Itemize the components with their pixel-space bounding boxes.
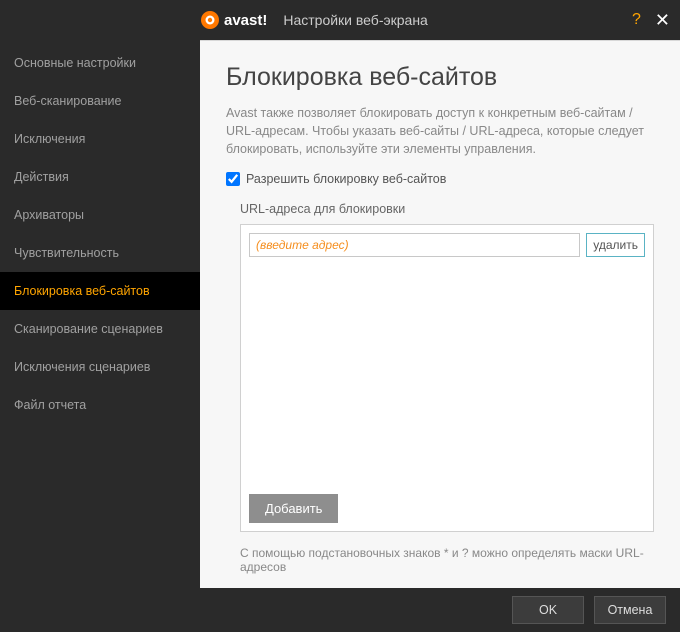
urls-label: URL-адреса для блокировки <box>240 202 654 216</box>
brand-text: avast! <box>224 12 267 29</box>
enable-blocking-label: Разрешить блокировку веб-сайтов <box>246 172 446 186</box>
window-body: Основные настройки Веб-сканирование Искл… <box>0 40 680 588</box>
avast-icon <box>200 10 220 30</box>
titlebar: avast! Настройки веб-экрана ? ✕ <box>0 0 680 40</box>
sidebar-item-label: Файл отчета <box>14 398 86 412</box>
url-list-panel: удалить Добавить <box>240 224 654 532</box>
sidebar-item-script-exclusions[interactable]: Исключения сценариев <box>0 348 200 386</box>
sidebar-item-label: Чувствительность <box>14 246 119 260</box>
enable-blocking-checkbox[interactable]: Разрешить блокировку веб-сайтов <box>226 172 654 186</box>
sidebar-item-label: Веб-сканирование <box>14 94 122 108</box>
sidebar-item-packers[interactable]: Архиваторы <box>0 196 200 234</box>
sidebar-item-label: Действия <box>14 170 69 184</box>
url-input[interactable] <box>249 233 580 257</box>
sidebar-item-actions[interactable]: Действия <box>0 158 200 196</box>
content-panel: Блокировка веб-сайтов Avast также позвол… <box>200 40 680 588</box>
brand-logo: avast! <box>200 10 267 30</box>
sidebar-item-script-scan[interactable]: Сканирование сценариев <box>0 310 200 348</box>
enable-blocking-input[interactable] <box>226 172 240 186</box>
url-row: удалить <box>249 233 645 257</box>
sidebar-item-label: Исключения сценариев <box>14 360 150 374</box>
sidebar-item-exclusions[interactable]: Исключения <box>0 120 200 158</box>
sidebar-item-site-blocking[interactable]: Блокировка веб-сайтов <box>0 272 200 310</box>
help-icon[interactable]: ? <box>632 11 641 29</box>
cancel-button[interactable]: Отмена <box>594 596 666 624</box>
delete-url-button[interactable]: удалить <box>586 233 645 257</box>
close-icon[interactable]: ✕ <box>655 10 670 31</box>
page-title: Блокировка веб-сайтов <box>226 63 654 92</box>
sidebar-item-label: Архиваторы <box>14 208 84 222</box>
sidebar: Основные настройки Веб-сканирование Искл… <box>0 40 200 588</box>
ok-button[interactable]: OK <box>512 596 584 624</box>
window-title: Настройки веб-экрана <box>283 12 427 28</box>
sidebar-item-label: Исключения <box>14 132 85 146</box>
sidebar-item-webscan[interactable]: Веб-сканирование <box>0 82 200 120</box>
sidebar-item-label: Основные настройки <box>14 56 136 70</box>
footer: OK Отмена <box>0 588 680 632</box>
sidebar-item-report[interactable]: Файл отчета <box>0 386 200 424</box>
sidebar-item-label: Блокировка веб-сайтов <box>14 284 150 298</box>
sidebar-item-label: Сканирование сценариев <box>14 322 163 336</box>
sidebar-item-sensitivity[interactable]: Чувствительность <box>0 234 200 272</box>
wildcard-hint: С помощью подстановочных знаков * и ? мо… <box>240 546 654 574</box>
sidebar-item-main[interactable]: Основные настройки <box>0 44 200 82</box>
settings-window: avast! Настройки веб-экрана ? ✕ Основные… <box>0 0 680 632</box>
page-description: Avast также позволяет блокировать доступ… <box>226 104 654 158</box>
add-url-button[interactable]: Добавить <box>249 494 338 523</box>
url-list-empty-area <box>249 257 645 488</box>
